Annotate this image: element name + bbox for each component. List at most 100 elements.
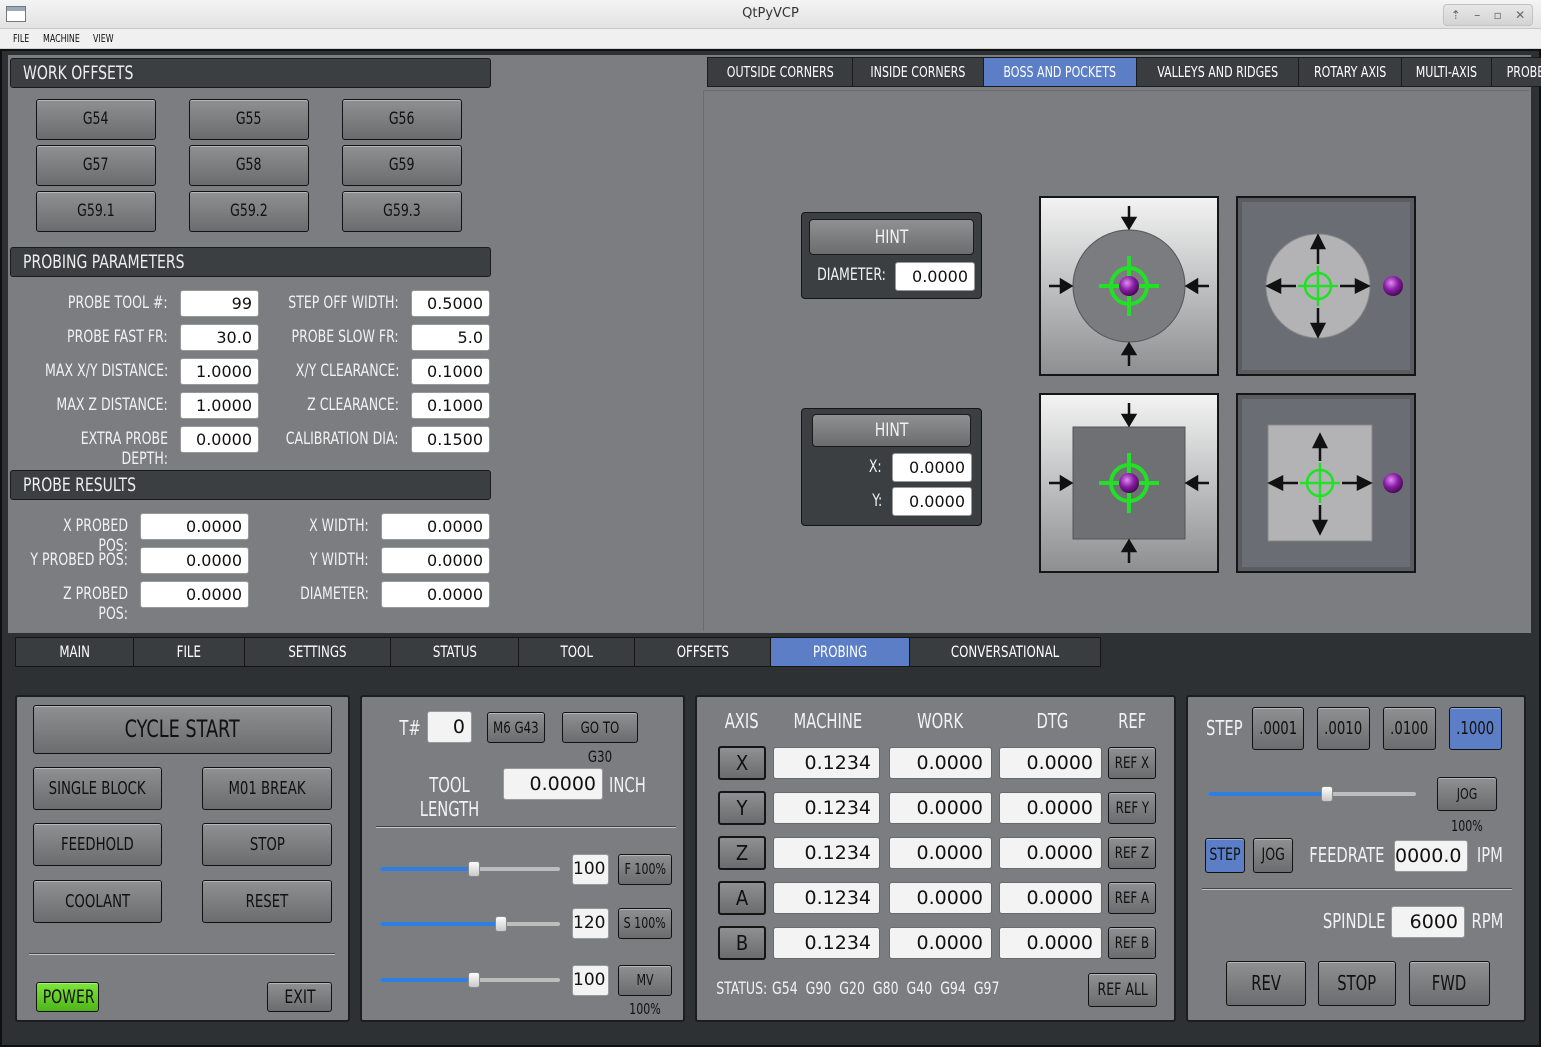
ref-all-button[interactable]: REF ALL bbox=[1088, 973, 1157, 1007]
feedrate-input[interactable]: 0000.0 bbox=[1394, 840, 1468, 872]
minimize-icon[interactable]: – bbox=[1474, 8, 1480, 22]
menu-machine[interactable]: MACHINE bbox=[43, 32, 80, 45]
step-label: STEP bbox=[1206, 716, 1243, 740]
stop-button[interactable]: STOP bbox=[202, 823, 332, 866]
tab-conversational[interactable]: CONVERSATIONAL bbox=[910, 638, 1100, 666]
g56-button[interactable]: G56 bbox=[342, 99, 462, 140]
g59-button[interactable]: G59 bbox=[342, 145, 462, 186]
tab-inside-corners[interactable]: INSIDE CORNERS bbox=[853, 58, 985, 86]
y-work-value: 0.0000 bbox=[889, 792, 992, 824]
power-button[interactable]: POWER bbox=[36, 982, 99, 1012]
tab-multi-axis[interactable]: MULTI-AXIS bbox=[1402, 58, 1493, 86]
step-0001-button[interactable]: .0001 bbox=[1252, 707, 1304, 750]
rect-y-input[interactable]: 0.0000 bbox=[892, 487, 972, 516]
probe-results-header: PROBE RESULTS bbox=[10, 470, 491, 500]
tab-main[interactable]: MAIN bbox=[16, 638, 134, 666]
axis-a-button[interactable]: A bbox=[718, 881, 766, 915]
rect-x-input[interactable]: 0.0000 bbox=[892, 453, 972, 482]
axis-y-button[interactable]: Y bbox=[718, 791, 766, 825]
circle-diameter-input[interactable]: 0.0000 bbox=[895, 262, 975, 291]
feedrate-unit: IPM bbox=[1477, 843, 1503, 867]
ref-a-button[interactable]: REF A bbox=[1108, 882, 1156, 914]
coolant-button[interactable]: COOLANT bbox=[33, 880, 162, 923]
tab-boss-and-pockets[interactable]: BOSS AND POCKETS bbox=[984, 58, 1137, 86]
calibration-dia-input[interactable]: 0.1500 bbox=[411, 426, 490, 453]
close-icon[interactable]: ✕ bbox=[1515, 8, 1525, 22]
tab-file[interactable]: FILE bbox=[134, 638, 245, 666]
exit-button[interactable]: EXIT bbox=[267, 982, 332, 1012]
tab-rotary-axis[interactable]: ROTARY AXIS bbox=[1299, 58, 1403, 86]
feed-override-slider[interactable] bbox=[380, 861, 560, 877]
circle-hint-button[interactable]: HINT bbox=[809, 219, 974, 255]
reset-button[interactable]: RESET bbox=[202, 880, 332, 923]
menu-file[interactable]: FILE bbox=[13, 32, 29, 45]
g55-button[interactable]: G55 bbox=[189, 99, 309, 140]
g59-1-button[interactable]: G59.1 bbox=[36, 191, 156, 232]
rect-hint-button[interactable]: HINT bbox=[812, 414, 971, 447]
m6-g43-button[interactable]: M6 G43 bbox=[487, 712, 545, 743]
tab-tool[interactable]: TOOL bbox=[519, 638, 635, 666]
tab-status[interactable]: STATUS bbox=[391, 638, 519, 666]
max-velocity-reset-button[interactable]: MV 100% bbox=[618, 965, 672, 1018]
z-machine-value: 0.1234 bbox=[773, 837, 880, 869]
max-velocity-slider[interactable] bbox=[380, 972, 560, 988]
jog-speed-slider[interactable] bbox=[1208, 786, 1416, 802]
tab-offsets[interactable]: OFFSETS bbox=[635, 638, 771, 666]
spindle-override-slider[interactable] bbox=[380, 916, 560, 932]
step-0010-button[interactable]: .0010 bbox=[1317, 707, 1370, 750]
jog-speed-reset-button[interactable]: JOG 100% bbox=[1437, 777, 1497, 835]
ref-x-button[interactable]: REF X bbox=[1108, 747, 1156, 779]
max-velocity-knob[interactable] bbox=[467, 972, 480, 988]
shade-icon[interactable]: ⇡ bbox=[1451, 8, 1461, 22]
g57-button[interactable]: G57 bbox=[36, 145, 156, 186]
ref-b-button[interactable]: REF B bbox=[1108, 927, 1156, 959]
xy-clearance-input[interactable]: 0.1000 bbox=[411, 358, 490, 385]
probe-bore-button[interactable] bbox=[1039, 196, 1219, 376]
probe-boss-button[interactable] bbox=[1236, 196, 1416, 376]
probe-slow-fr-input[interactable]: 5.0 bbox=[411, 324, 490, 351]
tab-probing[interactable]: PROBING bbox=[771, 638, 910, 666]
spindle-override-knob[interactable] bbox=[494, 916, 507, 932]
g58-button[interactable]: G58 bbox=[189, 145, 309, 186]
axis-x-button[interactable]: X bbox=[718, 746, 766, 780]
step-off-width-input[interactable]: 0.5000 bbox=[411, 290, 490, 317]
jog-speed-knob[interactable] bbox=[1320, 786, 1333, 802]
tab-settings[interactable]: SETTINGS bbox=[245, 638, 391, 666]
spindle-fwd-button[interactable]: FWD bbox=[1409, 961, 1490, 1006]
divider bbox=[1202, 888, 1512, 890]
tool-number-input[interactable]: 0 bbox=[427, 711, 472, 743]
spindle-stop-button[interactable]: STOP bbox=[1318, 961, 1396, 1006]
go-to-g30-button[interactable]: GO TO G30 bbox=[562, 712, 638, 766]
step-1000-button[interactable]: .1000 bbox=[1449, 707, 1502, 750]
g59-3-button[interactable]: G59.3 bbox=[342, 191, 462, 232]
g54-button[interactable]: G54 bbox=[36, 99, 156, 140]
maximize-icon[interactable]: ▫ bbox=[1494, 8, 1502, 22]
single-block-button[interactable]: SINGLE BLOCK bbox=[33, 767, 162, 810]
tab-valleys-and-ridges[interactable]: VALLEYS AND RIDGES bbox=[1137, 58, 1300, 86]
spindle-speed-input[interactable]: 6000 bbox=[1391, 906, 1465, 938]
pocket-probe-icon bbox=[1049, 403, 1209, 563]
feedhold-button[interactable]: FEEDHOLD bbox=[33, 823, 162, 866]
ref-z-button[interactable]: REF Z bbox=[1108, 837, 1156, 869]
probe-block-button[interactable] bbox=[1236, 393, 1416, 573]
z-clearance-input[interactable]: 0.1000 bbox=[411, 392, 490, 419]
axis-z-button[interactable]: Z bbox=[718, 836, 766, 870]
axis-b-button[interactable]: B bbox=[718, 926, 766, 960]
probe-pocket-button[interactable] bbox=[1039, 393, 1219, 573]
feed-override-reset-button[interactable]: F 100% bbox=[618, 854, 672, 885]
m01-break-button[interactable]: M01 BREAK bbox=[202, 767, 332, 810]
spindle-rev-button[interactable]: REV bbox=[1226, 961, 1306, 1006]
g59-2-button[interactable]: G59.2 bbox=[189, 191, 309, 232]
cycle-start-button[interactable]: CYCLE START bbox=[33, 705, 332, 754]
menu-view[interactable]: VIEW bbox=[93, 32, 114, 45]
tab-outside-corners[interactable]: OUTSIDE CORNERS bbox=[708, 58, 854, 86]
max-z-distance-label: MAX Z DISTANCE: bbox=[56, 395, 168, 415]
jog-mode-button[interactable]: JOG bbox=[1253, 838, 1293, 873]
step-0100-button[interactable]: .0100 bbox=[1383, 707, 1436, 750]
step-mode-button[interactable]: STEP bbox=[1205, 838, 1245, 873]
x-dtg-value: 0.0000 bbox=[999, 747, 1102, 779]
feed-override-knob[interactable] bbox=[467, 861, 480, 877]
tab-probe-help[interactable]: PROBE HELP bbox=[1492, 58, 1541, 86]
ref-y-button[interactable]: REF Y bbox=[1108, 792, 1156, 824]
spindle-override-reset-button[interactable]: S 100% bbox=[618, 908, 672, 939]
